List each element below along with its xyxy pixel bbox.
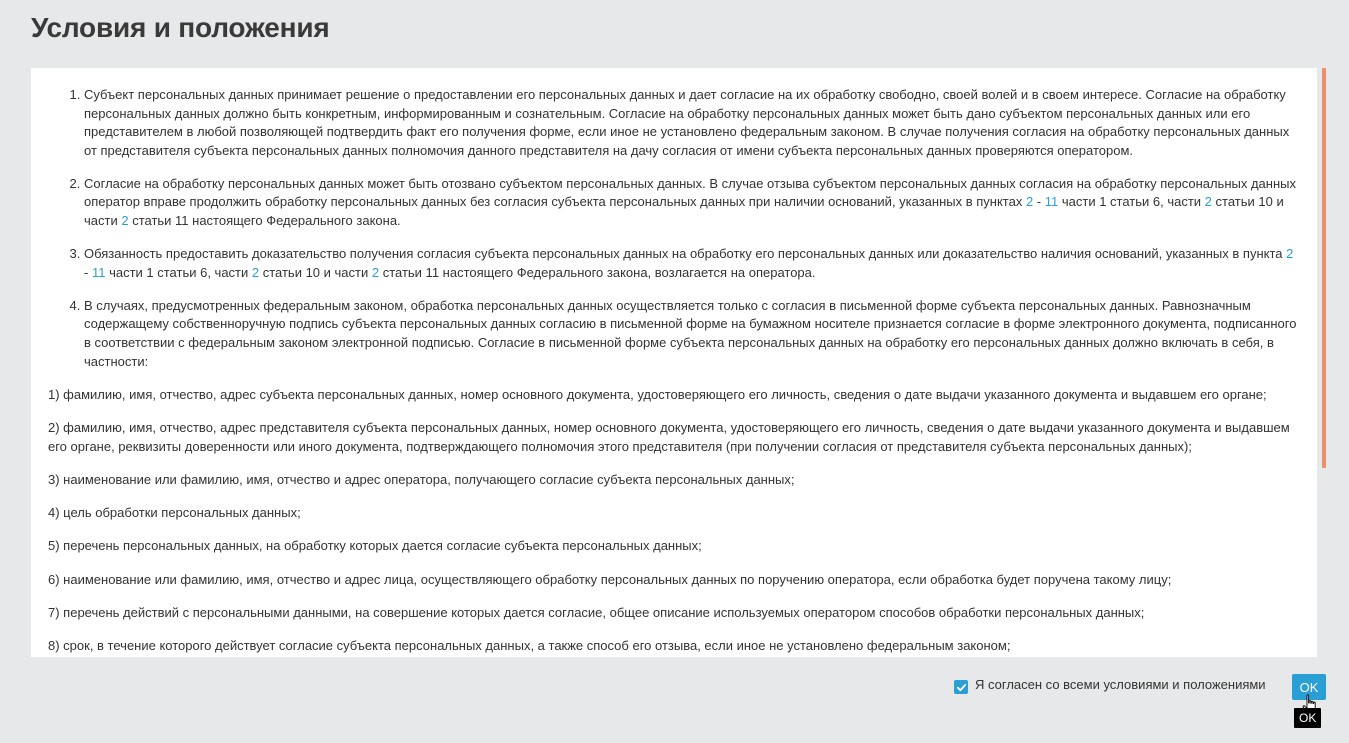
checkmark-icon	[956, 683, 966, 691]
consent-item: 4) цель обработки персональных данных;	[48, 505, 301, 521]
article-text: -	[84, 264, 92, 280]
consent-item: 8) срок, в течение которого действует со…	[48, 638, 1011, 654]
article-link[interactable]: 2	[121, 213, 128, 228]
consent-item: 1) фамилию, имя, отчество, адрес субъект…	[48, 386, 1267, 402]
article-text: Обязанность предоставить доказательство …	[84, 246, 1287, 262]
scrollbar-thumb[interactable]	[1322, 68, 1326, 468]
ok-tooltip: OK	[1294, 708, 1322, 728]
article-text: статьи 11 настоящего Федерального закона…	[379, 264, 816, 280]
article-item: В случаях, предусмотренных федеральным з…	[84, 297, 1301, 371]
article-text: статьи 10 и части	[259, 264, 372, 280]
article-link[interactable]: 2	[1286, 246, 1293, 261]
article-link[interactable]: 2	[372, 265, 379, 280]
consent-item: 5) перечень персональных данных, на обра…	[48, 538, 702, 554]
article-text: части 1 статьи 6, части	[105, 264, 252, 280]
articles-list: Субъект персональных данных принимает ре…	[48, 86, 1301, 371]
scrollbar[interactable]	[1322, 68, 1326, 657]
agree-label[interactable]: Я согласен со всеми условиями и положени…	[975, 677, 1266, 692]
article-item: Согласие на обработку персональных данны…	[84, 175, 1301, 231]
article-link[interactable]: 2	[1205, 194, 1212, 209]
article-text: статьи 11 настоящего Федерального закона…	[128, 213, 401, 229]
consent-item: 7) перечень действий с персональными дан…	[48, 605, 1145, 620]
consent-item: 6) наименование или фамилию, имя, отчест…	[48, 571, 1172, 587]
article-link[interactable]: 11	[92, 265, 106, 280]
article-text: Субъект персональных данных принимает ре…	[84, 87, 1290, 158]
consent-item: 2) фамилию, имя, отчество, адрес предста…	[48, 420, 1290, 454]
article-item: Субъект персональных данных принимает ре…	[84, 86, 1301, 160]
consent-item: 3) наименование или фамилию, имя, отчест…	[48, 471, 795, 487]
article-item: Обязанность предоставить доказательство …	[84, 245, 1301, 282]
agree-checkbox[interactable]	[954, 680, 968, 694]
article-text: В случаях, предусмотренных федеральным з…	[84, 297, 1297, 369]
footer: Я согласен со всеми условиями и положени…	[0, 660, 1349, 743]
modal-title: Условия и положения	[31, 12, 330, 43]
consent-items-list: 1) фамилию, имя, отчество, адрес субъект…	[48, 386, 1301, 656]
terms-content[interactable]: Субъект персональных данных принимает ре…	[31, 68, 1317, 657]
article-link[interactable]: 11	[1045, 194, 1059, 209]
article-text: части 1 статьи 6, части	[1058, 194, 1205, 210]
article-text: -	[1033, 194, 1045, 210]
